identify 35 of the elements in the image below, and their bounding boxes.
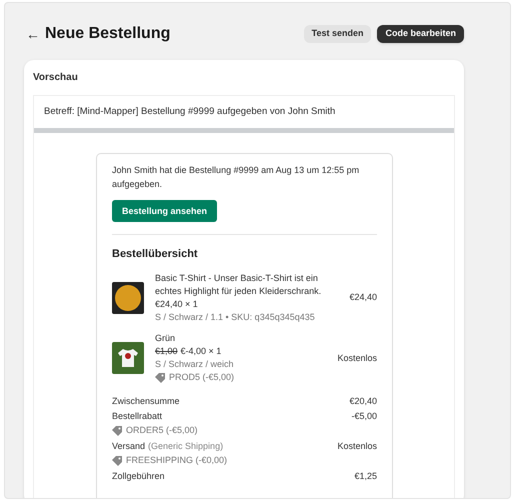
product-variant: S / Schwarz / 1.1 • SKU: q345q345q435 (155, 310, 316, 324)
shipping-method: (Generic Shipping) (148, 440, 224, 453)
view-order-button[interactable]: Bestellung ansehen (112, 200, 218, 222)
section-title: Bestellübersicht (112, 247, 199, 262)
product-variant: S / Schwarz / weich (155, 358, 235, 371)
back-button[interactable]: ← (26, 24, 42, 44)
email-subject: Betreff: [Mind-Mapper] Bestellung #9999 aufgegeben von John Smith (43, 105, 336, 119)
card-title: Vorschau (33, 71, 79, 85)
tag-icon (112, 426, 123, 436)
total-value: -€5,00 (351, 410, 377, 423)
total-value: €20,40 (349, 394, 377, 408)
test-send-button[interactable]: Test senden (304, 25, 372, 43)
discount-code: FREESHIPPING (-€0,00) (126, 454, 228, 467)
edit-code-button[interactable]: Code bearbeiten (377, 25, 464, 43)
discount-code: ORDER5 (-€5,00) (126, 424, 198, 437)
tag-icon (155, 372, 166, 383)
total-value: €1,25 (354, 470, 377, 483)
total-label: Versand (112, 440, 146, 453)
unit-price: €24,40 × 1 (155, 298, 198, 311)
unit-price: €-4,00 × 1 (180, 344, 222, 358)
intro-text: John Smith hat die Bestellung #9999 am Aug 13 um 12:55 pm aufgegeben. (112, 164, 360, 192)
total-value: Kostenlos (337, 440, 377, 453)
product-image (112, 342, 144, 374)
total-label: Zollgebühren (112, 470, 165, 483)
total-label: Zwischensumme (112, 394, 180, 408)
product-image (112, 282, 144, 314)
product-title: Basic T-Shirt - Unser Basic-T-Shirt ist ein echtes Highlight für jeden Kleiderschrank. (155, 272, 322, 298)
original-price: €1,00 (155, 344, 178, 358)
discount-code: PROD5 (-€5,00) (169, 371, 234, 384)
page-title: Neue Bestellung (45, 24, 170, 44)
line-total: Kostenlos (337, 352, 377, 364)
product-title: Grün (155, 332, 176, 345)
tag-icon (112, 456, 123, 466)
total-label: Bestellrabatt (112, 410, 162, 423)
line-total: €24,40 (349, 291, 377, 304)
